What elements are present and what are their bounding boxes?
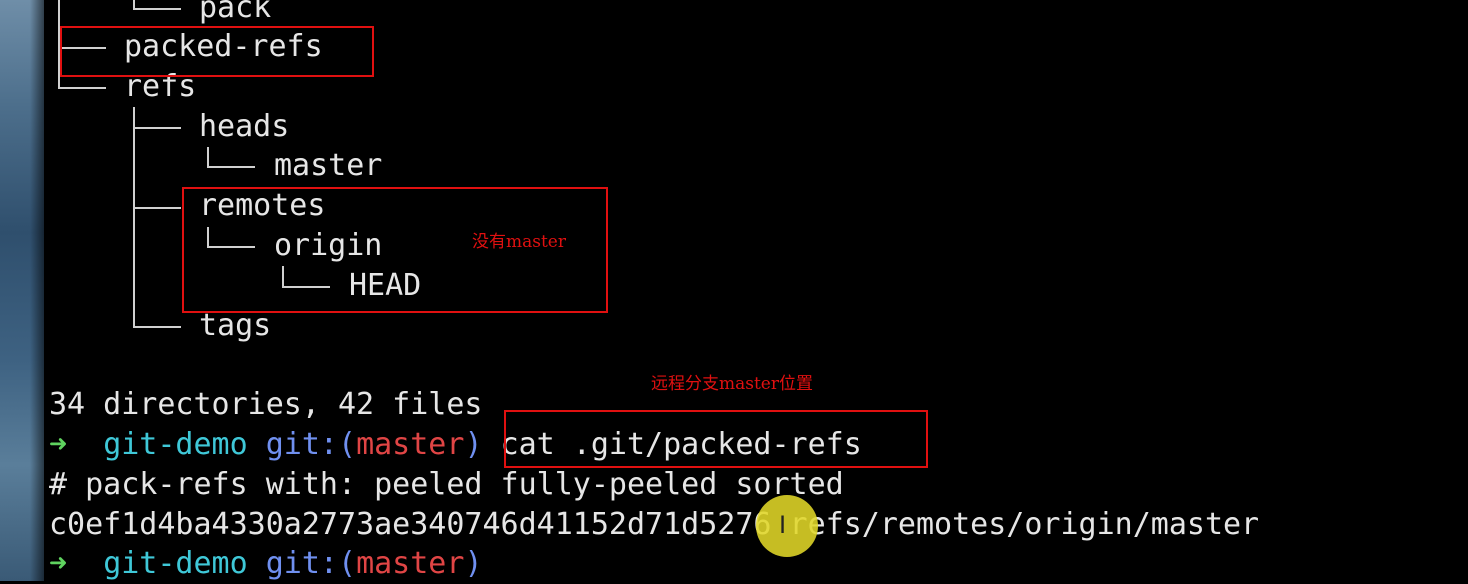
tree-line <box>133 107 135 327</box>
prompt-arrow-icon: ➜ <box>49 546 68 581</box>
tree-entry-pack: pack <box>199 0 272 25</box>
prompt-git-label: git:( <box>265 427 357 462</box>
output-header: # pack-refs with: peeled fully-peeled so… <box>49 467 844 502</box>
prompt-branch: master <box>356 546 465 581</box>
prompt-directory: git-demo <box>103 546 248 581</box>
tree-entry-heads: heads <box>199 109 290 144</box>
tree-line <box>133 127 181 129</box>
tree-line <box>133 326 181 328</box>
highlight-box-command <box>504 410 928 468</box>
annotation-remote-master-position: 远程分支master位置 <box>651 374 813 394</box>
prompt-directory: git-demo <box>103 427 248 462</box>
tree-line <box>133 8 181 10</box>
output-ref-line: c0ef1d4ba4330a2773ae340746d41152d71d5276… <box>49 507 1260 542</box>
prompt-branch: master <box>356 427 465 462</box>
prompt-git-close: ) <box>464 546 483 581</box>
tree-line <box>207 166 255 168</box>
tree-line <box>207 147 209 167</box>
prompt-git-label: git:( <box>265 546 357 581</box>
annotation-no-master: 没有master <box>472 232 566 252</box>
tree-line <box>133 207 181 209</box>
cursor-highlight <box>756 495 818 557</box>
tree-entry-master: master <box>274 148 383 183</box>
prompt-line-2[interactable]: ➜ git-demo git:(master) <box>49 544 483 584</box>
desktop-wallpaper-strip <box>0 0 44 581</box>
prompt-arrow-icon: ➜ <box>49 427 68 462</box>
highlight-box-packed-refs <box>60 26 374 77</box>
tree-line <box>133 0 135 8</box>
prompt-git-close: ) <box>464 427 483 462</box>
text-cursor-icon: I <box>779 511 787 539</box>
terminal-window[interactable]: pack packed-refs refs heads master remot… <box>44 0 1468 581</box>
tree-line <box>58 87 106 89</box>
tree-summary: 34 directories, 42 files <box>49 387 483 422</box>
